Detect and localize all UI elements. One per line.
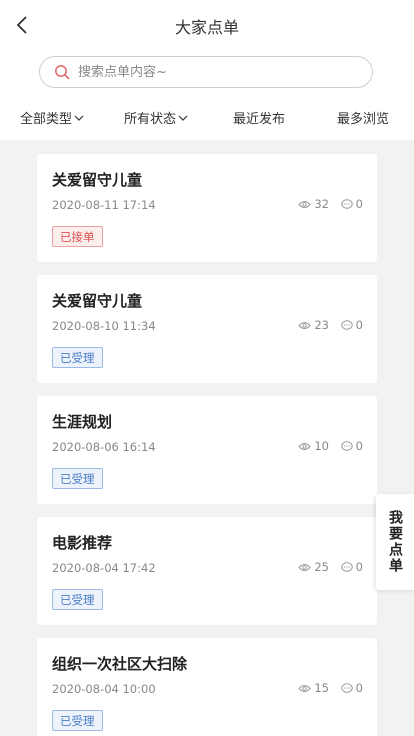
list-item[interactable]: 生涯规划 2020-08-06 16:14 10 0 已受理 bbox=[37, 396, 377, 504]
eye-icon bbox=[298, 442, 312, 450]
status-badge: 已受理 bbox=[52, 468, 103, 489]
eye-icon bbox=[298, 563, 312, 571]
filter-status[interactable]: 所有状态 bbox=[124, 108, 188, 127]
item-title: 关爱留守儿童 bbox=[52, 171, 143, 189]
status-badge: 已受理 bbox=[52, 347, 103, 368]
view-count: 32 bbox=[298, 197, 329, 211]
comment-icon bbox=[340, 682, 353, 693]
filter-most-viewed[interactable]: 最多浏览 bbox=[337, 108, 389, 127]
item-date: 2020-08-06 16:14 bbox=[52, 440, 156, 454]
comment-icon bbox=[340, 561, 353, 572]
view-count: 10 bbox=[298, 439, 329, 453]
order-list: 关爱留守儿童 2020-08-11 17:14 32 0 已接单 关爱留守儿童 … bbox=[0, 140, 414, 736]
comment-count: 0 bbox=[340, 318, 363, 332]
comment-count: 0 bbox=[340, 560, 363, 574]
view-count-value: 23 bbox=[314, 318, 329, 332]
list-item[interactable]: 组织一次社区大扫除 2020-08-04 10:00 15 0 已受理 bbox=[37, 638, 377, 736]
view-count-value: 32 bbox=[314, 197, 329, 211]
status-badge: 已受理 bbox=[52, 710, 103, 731]
list-item[interactable]: 关爱留守儿童 2020-08-10 11:34 23 0 已受理 bbox=[37, 275, 377, 383]
comment-count-value: 0 bbox=[355, 439, 363, 453]
filter-status-label: 所有状态 bbox=[124, 112, 177, 127]
item-title: 生涯规划 bbox=[52, 413, 113, 431]
list-item[interactable]: 关爱留守儿童 2020-08-11 17:14 32 0 已接单 bbox=[37, 154, 377, 262]
item-title: 组织一次社区大扫除 bbox=[52, 655, 188, 673]
comment-count: 0 bbox=[340, 681, 363, 695]
comment-count: 0 bbox=[340, 197, 363, 211]
list-item[interactable]: 电影推荐 2020-08-04 17:42 25 0 已受理 bbox=[37, 517, 377, 625]
filter-type[interactable]: 全部类型 bbox=[20, 108, 84, 127]
search-bar[interactable] bbox=[39, 56, 373, 88]
item-date: 2020-08-04 17:42 bbox=[52, 561, 156, 575]
place-order-label: 我要点单 bbox=[387, 510, 403, 574]
status-badge: 已接单 bbox=[52, 226, 103, 247]
eye-icon bbox=[298, 321, 312, 329]
filter-most-viewed-label: 最多浏览 bbox=[337, 112, 390, 127]
status-badge: 已受理 bbox=[52, 589, 103, 610]
view-count: 23 bbox=[298, 318, 329, 332]
item-date: 2020-08-11 17:14 bbox=[52, 198, 156, 212]
filter-type-label: 全部类型 bbox=[20, 112, 73, 127]
eye-icon bbox=[298, 200, 312, 208]
comment-count-value: 0 bbox=[355, 681, 363, 695]
view-count-value: 15 bbox=[314, 681, 329, 695]
chevron-down-icon bbox=[74, 114, 84, 122]
view-count: 15 bbox=[298, 681, 329, 695]
item-date: 2020-08-04 10:00 bbox=[52, 682, 156, 696]
view-count: 25 bbox=[298, 560, 329, 574]
item-title: 关爱留守儿童 bbox=[52, 292, 143, 310]
filter-recent[interactable]: 最近发布 bbox=[233, 108, 285, 127]
comment-count-value: 0 bbox=[355, 560, 363, 574]
comment-icon bbox=[340, 319, 353, 330]
comment-icon bbox=[340, 440, 353, 451]
header: 大家点单 bbox=[0, 0, 414, 50]
comment-count-value: 0 bbox=[355, 197, 363, 211]
view-count-value: 25 bbox=[314, 560, 329, 574]
eye-icon bbox=[298, 684, 312, 692]
search-input[interactable] bbox=[76, 63, 340, 81]
item-date: 2020-08-10 11:34 bbox=[52, 319, 156, 333]
item-title: 电影推荐 bbox=[52, 534, 113, 552]
filter-bar: 全部类型 所有状态 最近发布 最多浏览 bbox=[0, 104, 414, 132]
comment-count: 0 bbox=[340, 439, 363, 453]
place-order-button[interactable]: 我要点单 bbox=[376, 494, 414, 590]
comment-count-value: 0 bbox=[355, 318, 363, 332]
chevron-down-icon bbox=[178, 114, 188, 122]
comment-icon bbox=[340, 198, 353, 209]
search-icon bbox=[54, 64, 70, 80]
filter-recent-label: 最近发布 bbox=[233, 112, 286, 127]
view-count-value: 10 bbox=[314, 439, 329, 453]
page-title: 大家点单 bbox=[174, 18, 239, 37]
